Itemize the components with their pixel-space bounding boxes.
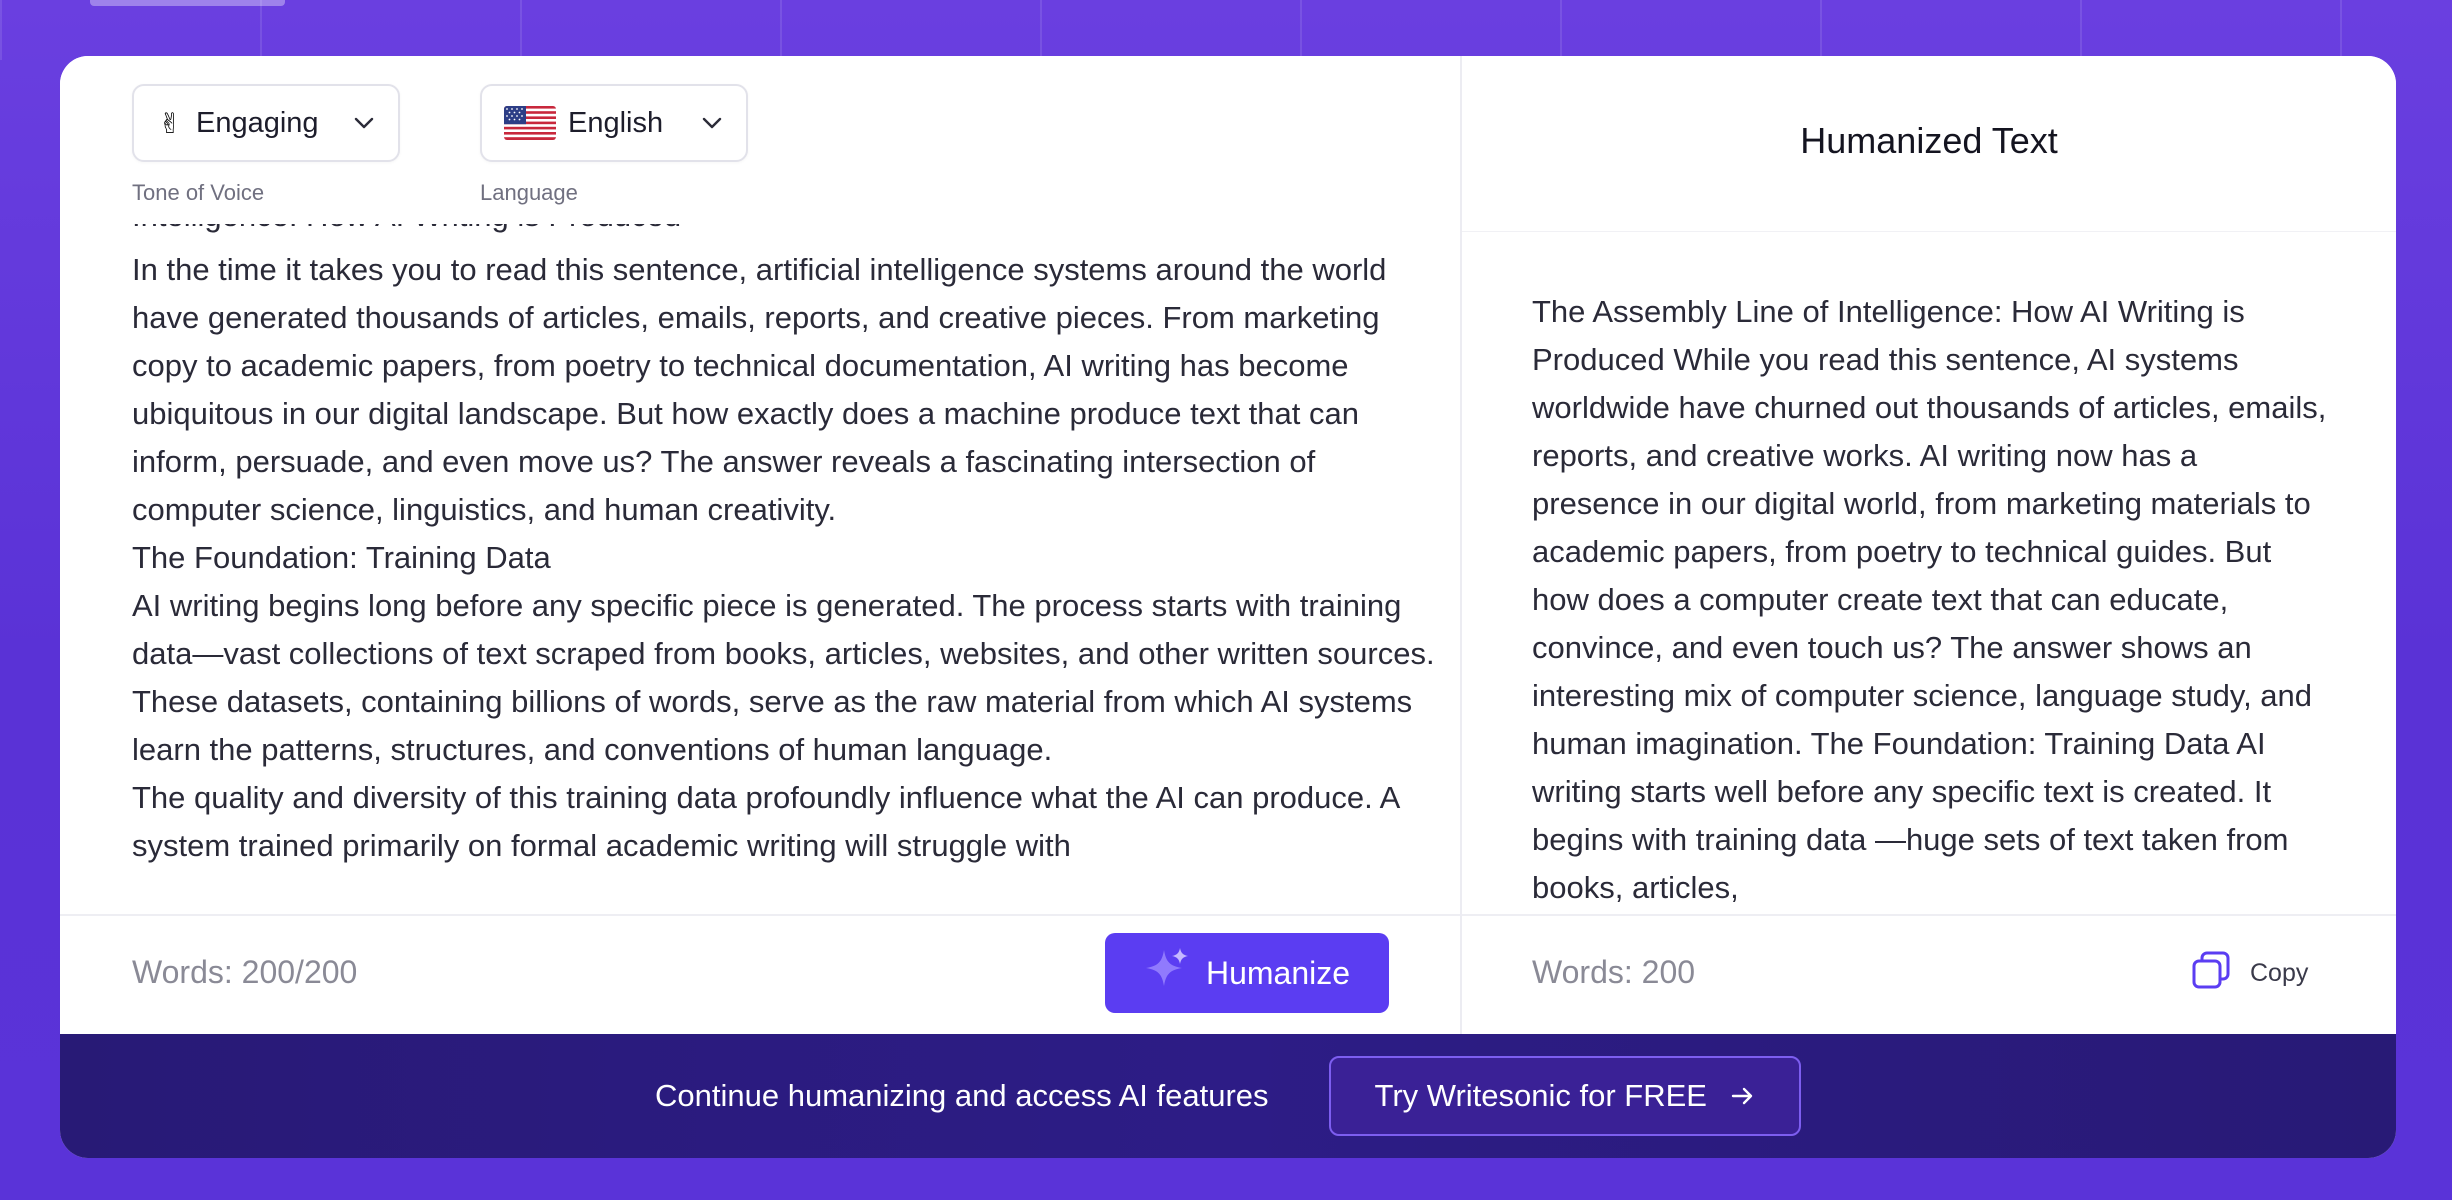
language-dropdown[interactable]: English <box>480 84 748 162</box>
input-paragraph: The quality and diversity of this traini… <box>132 780 1399 863</box>
arrow-right-icon <box>1731 1078 1755 1114</box>
chevron-down-icon <box>352 111 376 135</box>
cta-text: Continue humanizing and access AI featur… <box>655 1078 1269 1113</box>
input-text-area[interactable]: In the time it takes you to read this se… <box>132 246 1452 966</box>
input-cut-line-text: Intelligence: How AI Writing is Produced <box>132 224 1452 240</box>
tone-value: Engaging <box>196 106 319 139</box>
output-word-count: Words: 200 <box>1532 954 1696 990</box>
input-pane: In the time it takes you to read this se… <box>60 56 1460 1034</box>
output-pane: Humanized Text The Assembly Line of Inte… <box>1462 56 2396 1034</box>
input-paragraph: In the time it takes you to read this se… <box>132 252 1387 527</box>
copy-label: Copy <box>2250 959 2309 987</box>
cta-bar: Continue humanizing and access AI featur… <box>60 1034 2396 1158</box>
us-flag-icon <box>504 106 556 140</box>
output-text-area[interactable]: The Assembly Line of Intelligence: How A… <box>1532 288 2332 914</box>
input-paragraph: The Foundation: Training Data <box>132 540 551 575</box>
tone-dropdown[interactable]: ✌ Engaging <box>132 84 400 162</box>
language-value: English <box>568 106 664 139</box>
input-cut-line: Intelligence: How AI Writing is Produced <box>132 224 1452 246</box>
victory-hand-icon: ✌ <box>158 107 182 139</box>
sparkle-icon <box>1144 946 1190 1000</box>
output-title: Humanized Text <box>1800 120 2058 161</box>
humanize-label: Humanize <box>1205 954 1351 991</box>
background-tab <box>90 0 285 6</box>
tone-label: Tone of Voice <box>132 180 265 205</box>
try-writesonic-button[interactable]: Try Writesonic for FREE <box>1328 1056 1801 1136</box>
input-word-count: Words: 200/200 <box>132 954 358 990</box>
background-grid <box>0 0 2452 60</box>
humanize-button[interactable]: Humanize <box>1105 933 1389 1013</box>
humanizer-card: In the time it takes you to read this se… <box>60 56 2396 1158</box>
chevron-down-icon <box>700 111 724 135</box>
input-paragraph: AI writing begins long before any specif… <box>132 588 1435 767</box>
language-label: Language <box>480 180 578 205</box>
cta-button-label: Try Writesonic for FREE <box>1374 1078 1707 1113</box>
copy-button[interactable]: Copy <box>2190 949 2308 998</box>
copy-icon <box>2190 949 2232 998</box>
output-header: Humanized Text <box>1462 56 2396 232</box>
